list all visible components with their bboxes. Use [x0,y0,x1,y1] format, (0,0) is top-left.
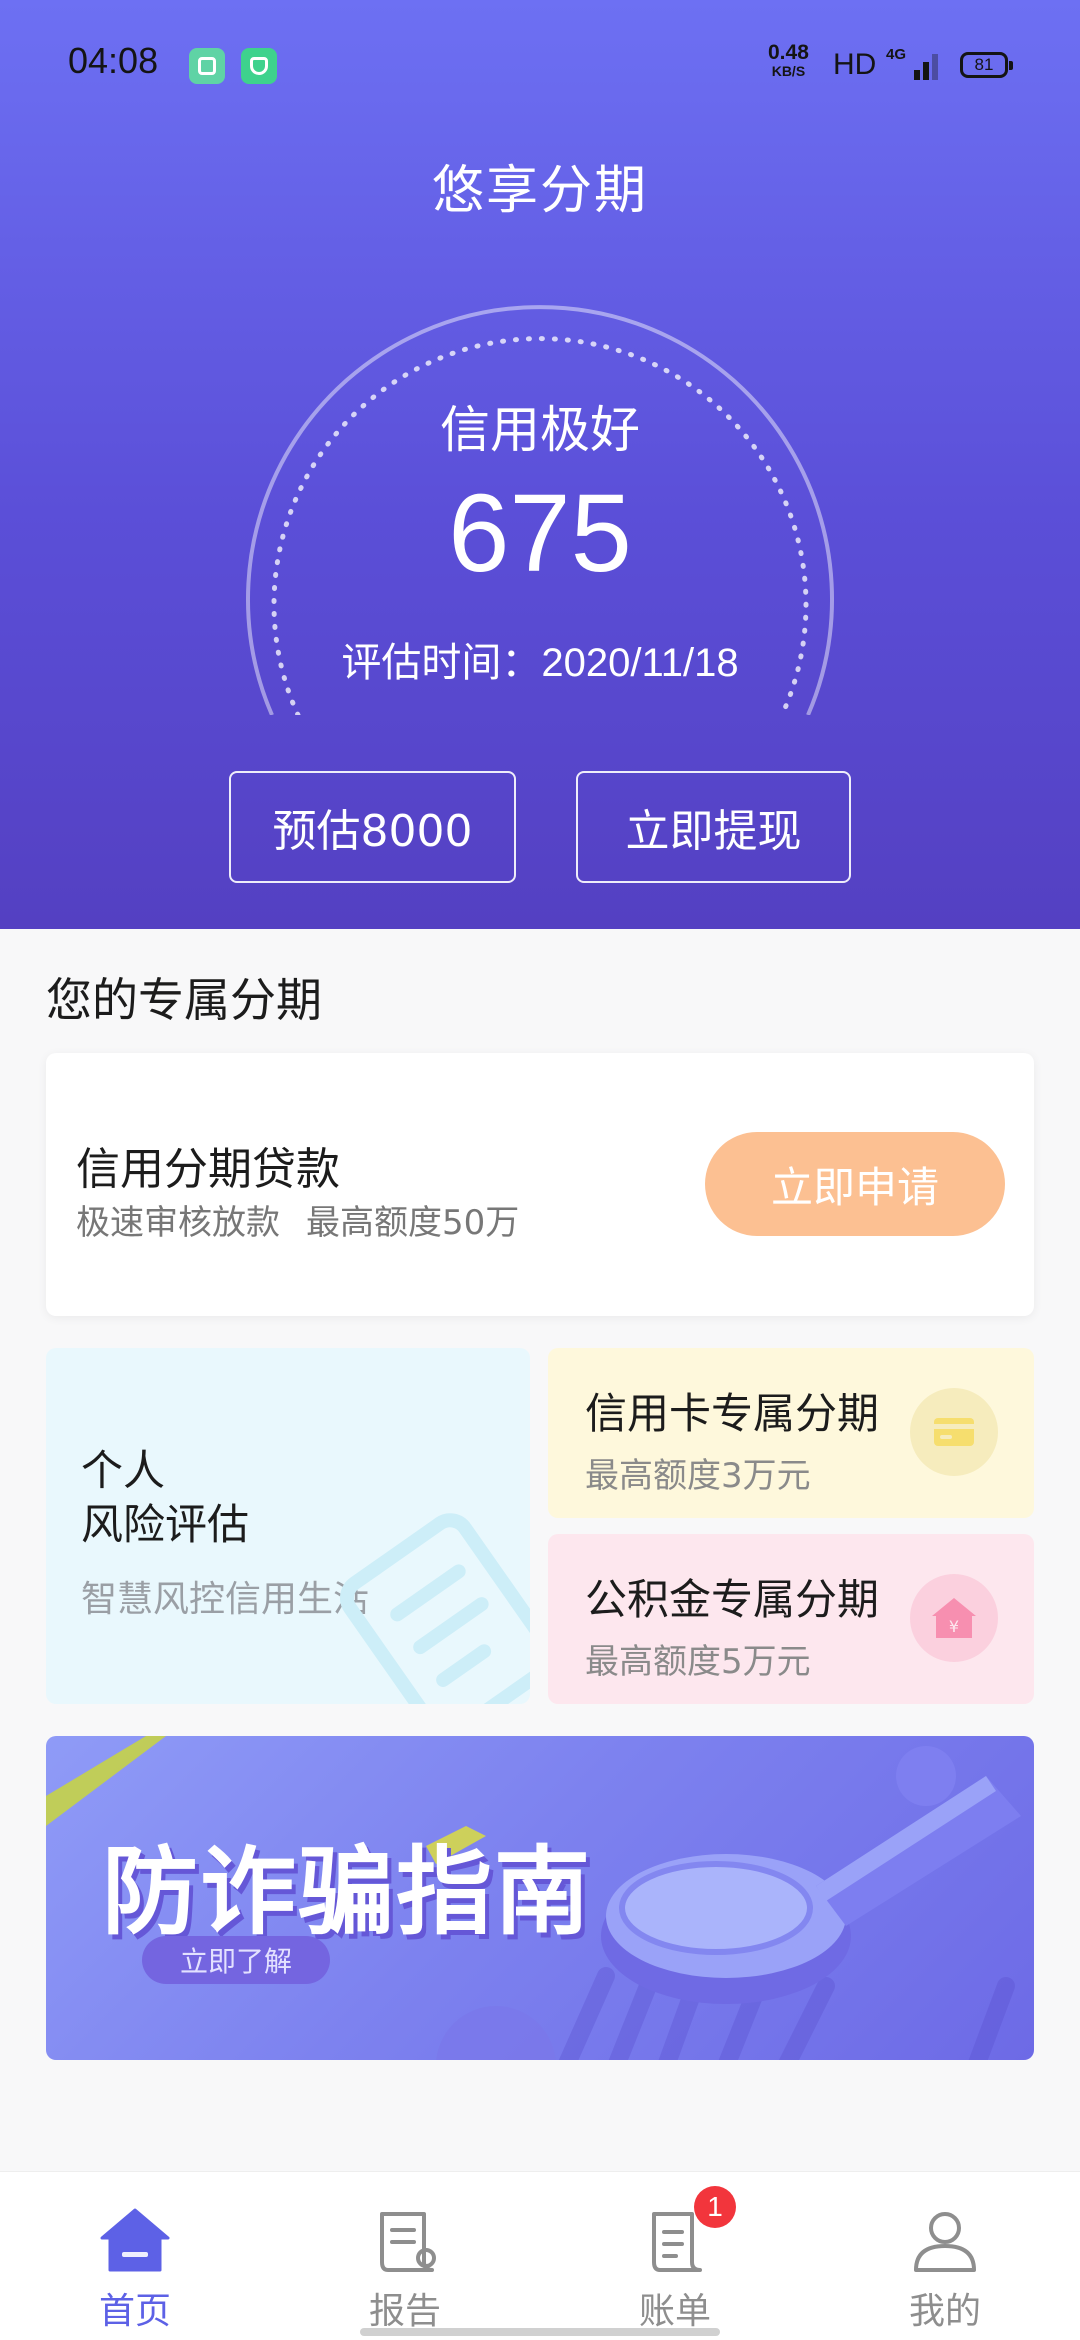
learn-more-button[interactable]: 立即了解 [142,1936,330,1984]
bill-count-badge: 1 [694,2186,736,2228]
header-hero: 04:08 0.48 KB/S HD 4G 81 悠享分期 信用极好 675 评… [0,0,1080,929]
credit-level-label: 信用极好 [440,401,640,459]
evaluation-time-label: 评估时间： [341,640,542,686]
signal-icon: 4G [886,46,940,82]
risk-title-line1: 个人 [81,1446,166,1495]
risk-subtitle: 智慧风控信用生活 [81,1579,370,1620]
report-icon [380,2212,436,2272]
network-speed: 0.48 KB/S [768,41,809,80]
nav-item-home[interactable]: 首页 [0,2172,270,2340]
hd-indicator: HD [833,48,877,81]
loan-max-amount: 最高额度50万 [306,1203,520,1243]
app-screen: 04:08 0.48 KB/S HD 4G 81 悠享分期 信用极好 675 评… [0,0,1080,2340]
nav-label-mine: 我的 [908,2291,981,2332]
battery-level: 81 [974,55,994,74]
credit-score: 675 [448,472,632,595]
housing-fund-installment-subtitle: 最高额度5万元 [585,1642,811,1682]
page-title: 悠享分期 [431,161,648,221]
loan-subtitle: 极速审核放款 最高额度50万 [76,1195,519,1244]
credit-card-installment-subtitle: 最高额度3万元 [585,1456,811,1496]
credit-card-icon [910,1388,998,1476]
apply-now-button[interactable]: 立即申请 [705,1132,1005,1236]
battery-icon: 81 [960,52,1013,78]
risk-assessment-card[interactable]: 个人 风险评估 智慧风控信用生活 [46,1348,530,1704]
nav-label-report: 报告 [368,2291,441,2332]
credit-loan-card[interactable]: 信用分期贷款 极速审核放款 最高额度50万 立即申请 [46,1053,1034,1316]
home-icon [100,2208,170,2272]
evaluation-date: 2020/11/18 [541,641,739,685]
risk-title: 个人 风险评估 [81,1444,249,1552]
loan-title: 信用分期贷款 [76,1144,340,1195]
risk-title-line2: 风险评估 [81,1500,250,1549]
loan-feature: 极速审核放款 [76,1203,280,1243]
nav-label-home: 首页 [98,2291,171,2332]
housing-fund-installment-card[interactable]: 公积金专属分期 最高额度5万元 ¥ [548,1534,1034,1704]
nav-item-bill[interactable]: 1 账单 [540,2172,810,2340]
nav-label-bill: 账单 [638,2291,711,2332]
document-icon [339,1513,530,1704]
credit-card-installment-card[interactable]: 信用卡专属分期 最高额度3万元 [548,1348,1034,1518]
network-speed-value: 0.48 [768,41,809,64]
network-speed-unit: KB/S [771,63,806,79]
nav-item-report[interactable]: 报告 [270,2172,540,2340]
nav-item-mine[interactable]: 我的 [810,2172,1080,2340]
home-indicator[interactable] [360,2328,720,2336]
user-icon [914,2212,976,2272]
housing-fund-installment-title: 公积金专属分期 [585,1575,880,1624]
house-yuan-icon: ¥ [910,1574,998,1662]
notification-shield-icon [241,48,277,84]
estimate-button[interactable]: 预估8000 [229,771,516,883]
anti-fraud-banner[interactable]: 防诈骗指南 立即了解 [46,1736,1034,2060]
withdraw-button[interactable]: 立即提现 [576,771,851,883]
bottom-navigation: 首页 报告 1 账单 我的 [0,2171,1080,2340]
svg-text:¥: ¥ [949,1617,959,1636]
evaluation-time: 评估时间：2020/11/18 [0,630,1080,688]
credit-card-installment-title: 信用卡专属分期 [585,1389,880,1438]
section-title: 您的专属分期 [46,973,322,1027]
banner-title: 防诈骗指南 [102,1836,592,1948]
notification-app-icon [189,48,225,84]
status-bar: 04:08 0.48 KB/S HD 4G 81 [0,0,1080,130]
network-type: 4G [886,46,907,63]
status-time: 04:08 [68,40,159,81]
